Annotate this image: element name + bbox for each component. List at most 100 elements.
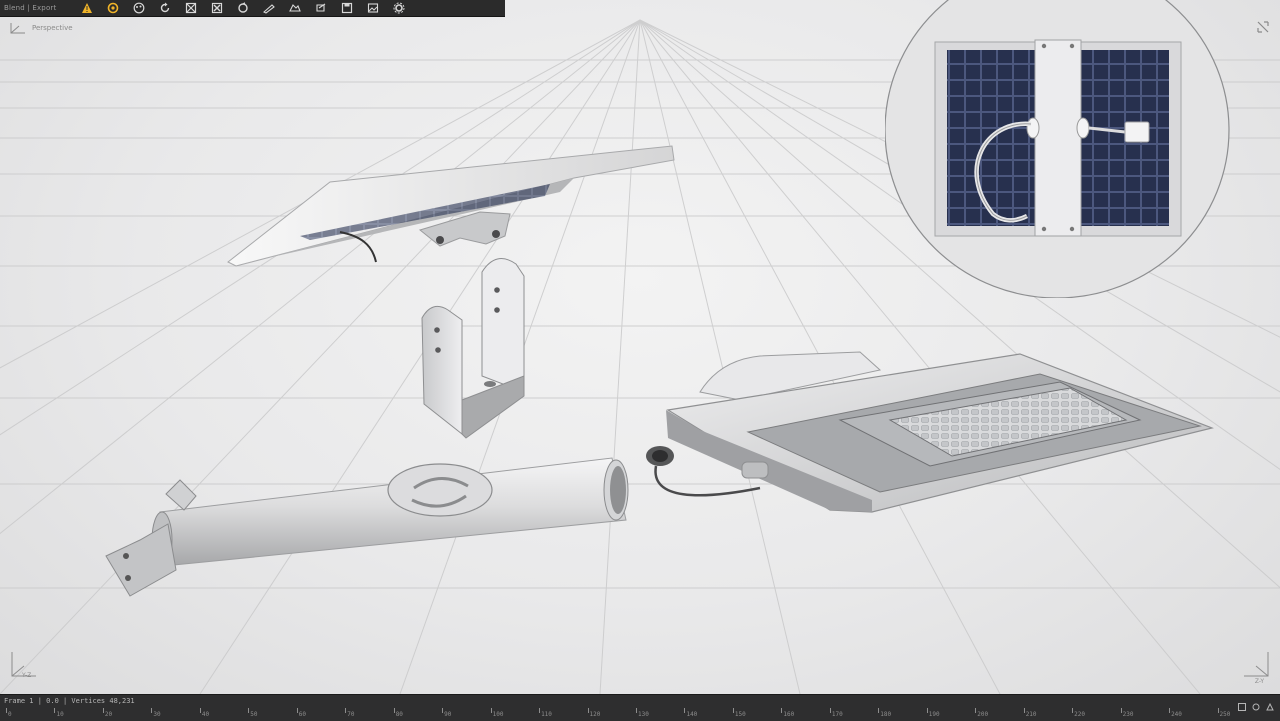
- timeline-tick-label: 160: [783, 711, 795, 718]
- light-icon: [316, 3, 326, 12]
- refresh-button[interactable]: [100, 0, 126, 16]
- timeline-tick-label: 150: [734, 711, 746, 718]
- timeline-tick: [102, 708, 104, 713]
- timeline-tick: [248, 708, 250, 713]
- cut-button[interactable]: [178, 0, 204, 16]
- status-icons: [1238, 696, 1274, 711]
- timeline-tick: [345, 708, 347, 713]
- timeline-tick-label: 80: [395, 711, 403, 718]
- settings-icon: [393, 2, 405, 14]
- maximize-icon[interactable]: [1256, 20, 1270, 34]
- timeline-tick-label: 0: [8, 711, 12, 718]
- timeline-tick: [442, 708, 444, 713]
- timeline-ruler[interactable]: 0 10 20 30 40 50 60 70 80 90 100 110 120 130 140 150 160…: [0, 708, 1280, 720]
- timeline-tick-label: 30: [153, 711, 161, 718]
- timeline-tick-label: 230: [1122, 711, 1134, 718]
- timeline-tick-label: 140: [686, 711, 698, 718]
- viewport-label[interactable]: Perspective: [10, 22, 73, 34]
- toolbar-menu-label: Blend | Export: [4, 4, 57, 12]
- axis-gizmo-right-icon: [1244, 652, 1269, 677]
- viewport-name: Perspective: [32, 24, 73, 32]
- light-button[interactable]: [308, 0, 334, 16]
- timeline-tick: [732, 708, 734, 713]
- timeline-tick: [829, 708, 831, 713]
- camera-icon: [289, 4, 301, 12]
- timeline-tick-label: 180: [880, 711, 892, 718]
- timeline-tick-label: 200: [977, 711, 989, 718]
- timeline-tick: [1217, 708, 1219, 713]
- camera-button[interactable]: [282, 0, 308, 16]
- timeline-tick-label: 40: [201, 711, 210, 718]
- loop-icon: [238, 2, 248, 13]
- status-text: Frame 1 | 0.0 | Vertices 48,231: [4, 697, 135, 705]
- axis-label-right: Z-Y: [1254, 678, 1264, 685]
- palette-button[interactable]: [126, 0, 152, 16]
- rotate-icon: [160, 2, 170, 13]
- 3d-viewport[interactable]: Blend | Export Perspective Y-Z Z-Y: [0, 0, 1280, 694]
- cut-icon: [185, 2, 197, 14]
- palette-icon: [133, 2, 145, 14]
- timeline-tick: [393, 708, 395, 713]
- rotate-button[interactable]: [152, 0, 178, 16]
- timeline-tick: [975, 708, 977, 713]
- timeline-tick: [1072, 708, 1074, 713]
- timeline-tick: [1023, 708, 1025, 713]
- timeline-tick-label: 60: [298, 711, 306, 718]
- timeline-tick: [6, 708, 7, 713]
- timeline-tick-label: 120: [589, 711, 601, 718]
- pen-icon: [263, 4, 275, 14]
- axis-gizmo-bottom-right: Z-Y: [1238, 650, 1272, 685]
- grid-toggle-icon[interactable]: [1238, 696, 1246, 711]
- scale-button[interactable]: [204, 0, 230, 16]
- timeline-tick-label: 100: [492, 711, 504, 718]
- timeline-tick: [1169, 708, 1171, 713]
- save-icon: [341, 2, 353, 14]
- timeline-tick-label: 110: [541, 711, 552, 718]
- save-button[interactable]: [334, 0, 360, 16]
- pen-button[interactable]: [256, 0, 282, 16]
- settings-button[interactable]: [386, 0, 412, 16]
- timeline-tick-label: 240: [1171, 711, 1182, 718]
- image-icon: [367, 3, 379, 13]
- timeline-tick: [151, 708, 153, 713]
- warning-button[interactable]: [74, 0, 100, 16]
- solar-panel-model: [227, 145, 675, 267]
- timeline-tick-label: 220: [1074, 711, 1085, 718]
- timeline-tick: [781, 708, 783, 713]
- refresh-icon: [107, 2, 119, 14]
- status-bar: Frame 1 | 0.0 | Vertices 48,231 0 10 20 30 4…: [0, 694, 1280, 721]
- view-toggle-icon[interactable]: [1266, 696, 1274, 711]
- image-button[interactable]: [360, 0, 386, 16]
- timeline-tick: [1120, 708, 1122, 713]
- timeline-tick: [587, 708, 589, 713]
- timeline-tick: [199, 708, 201, 713]
- timeline-tick: [684, 708, 686, 713]
- timeline-tick-label: 90: [444, 711, 452, 718]
- warning-icon: [82, 3, 92, 13]
- timeline-tick-label: 250: [1219, 711, 1231, 718]
- detail-inset: [885, 0, 1230, 298]
- axis-gizmo-bottom-left: Y-Z: [8, 650, 38, 684]
- u-bracket-model: [421, 258, 525, 439]
- scale-icon: [211, 2, 223, 14]
- timeline-tick: [54, 708, 56, 713]
- loop-button[interactable]: [230, 0, 256, 16]
- timeline-tick-label: 50: [250, 711, 258, 718]
- timeline-tick-label: 130: [638, 711, 649, 718]
- timeline-tick: [296, 708, 298, 713]
- toolbar-menu[interactable]: Blend | Export: [0, 0, 74, 16]
- timeline-tick: [490, 708, 492, 713]
- timeline-tick-label: 20: [104, 711, 113, 718]
- axis-label-left: Y-Z: [22, 672, 32, 679]
- timeline-tick: [539, 708, 541, 713]
- timeline-tick-label: 190: [928, 711, 940, 718]
- timeline-tick-label: 170: [831, 711, 843, 718]
- timeline-tick-label: 70: [347, 711, 355, 718]
- timeline-tick: [926, 708, 928, 713]
- timeline-tick-label: 210: [1025, 711, 1037, 718]
- snap-toggle-icon[interactable]: [1252, 696, 1260, 711]
- pipe-arm-model: [105, 457, 629, 597]
- timeline-tick: [636, 708, 637, 713]
- timeline-tick-label: 10: [56, 711, 64, 718]
- timeline-tick: [878, 708, 880, 713]
